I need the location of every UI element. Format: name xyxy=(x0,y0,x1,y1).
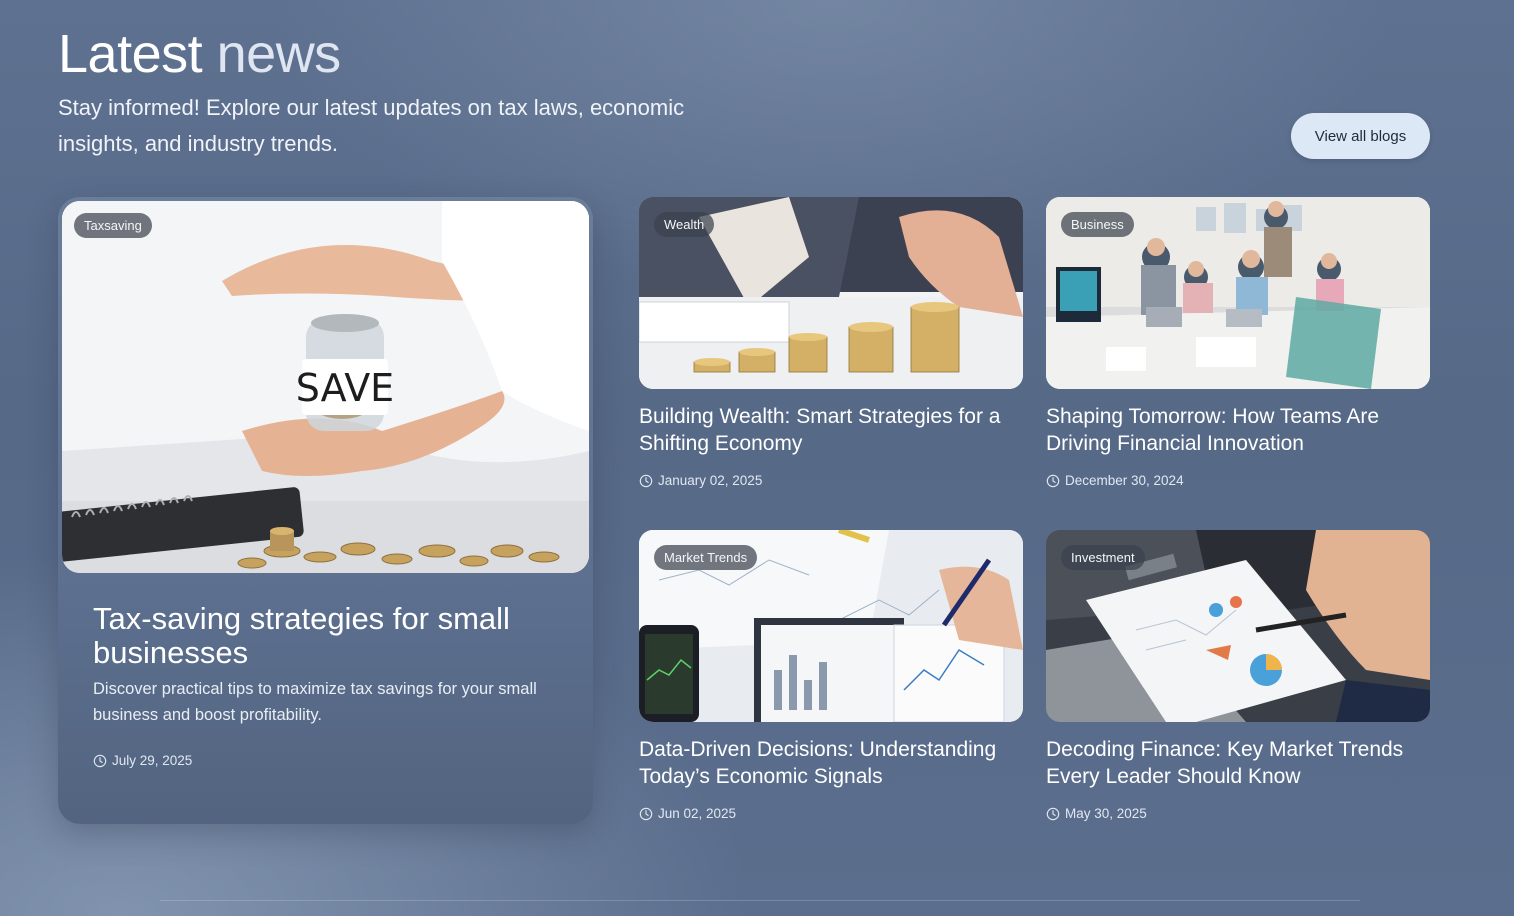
view-all-blogs-button[interactable]: View all blogs xyxy=(1291,113,1430,159)
post-date: December 30, 2024 xyxy=(1046,473,1184,488)
post-date-text: May 30, 2025 xyxy=(1065,806,1147,821)
post-date: January 02, 2025 xyxy=(639,473,762,488)
featured-post-card[interactable]: SAVE Taxsaving Tax-saving strategies for… xyxy=(58,197,593,824)
clock-icon xyxy=(1046,474,1060,487)
jar-label: SAVE xyxy=(296,366,394,410)
page-title: Latest news xyxy=(58,22,341,86)
featured-post-image[interactable]: SAVE xyxy=(62,201,589,573)
clock-icon xyxy=(639,807,653,820)
post-title[interactable]: Shaping Tomorrow: How Teams Are Driving … xyxy=(1046,403,1430,457)
featured-post-description: Discover practical tips to maximize tax … xyxy=(93,680,537,724)
category-badge[interactable]: Business xyxy=(1061,212,1134,237)
page-subtitle: Stay informed! Explore our latest update… xyxy=(58,95,685,156)
post-card-business[interactable]: Business Shaping Tomorrow: How Teams Are… xyxy=(1046,197,1430,497)
post-date-text: July 29, 2025 xyxy=(112,753,193,768)
post-date-text: Jun 02, 2025 xyxy=(658,806,737,821)
clock-icon xyxy=(639,474,653,487)
category-badge[interactable]: Investment xyxy=(1061,545,1145,570)
title-word-news: news xyxy=(216,24,342,84)
clock-icon xyxy=(93,754,107,767)
title-word-latest: Latest xyxy=(58,24,203,84)
section-divider xyxy=(160,900,1360,901)
post-date: July 29, 2025 xyxy=(93,753,192,768)
post-card-wealth[interactable]: Wealth Building Wealth: Smart Strategies… xyxy=(639,197,1023,497)
post-date-text: January 02, 2025 xyxy=(658,473,763,488)
post-title[interactable]: Building Wealth: Smart Strategies for a … xyxy=(639,403,1023,457)
featured-post-title[interactable]: Tax-saving strategies for small business… xyxy=(93,602,563,670)
category-badge[interactable]: Wealth xyxy=(654,212,715,237)
category-badge[interactable]: Market Trends xyxy=(654,545,758,570)
category-badge[interactable]: Taxsaving xyxy=(74,213,152,238)
post-card-investment[interactable]: Investment Decoding Finance: Key Market … xyxy=(1046,530,1430,830)
post-card-market-trends[interactable]: Market Trends Data-Driven Decisions: Und… xyxy=(639,530,1023,830)
post-title[interactable]: Decoding Finance: Key Market Trends Ever… xyxy=(1046,736,1430,790)
clock-icon xyxy=(1046,807,1060,820)
post-date-text: December 30, 2024 xyxy=(1065,473,1184,488)
post-date: Jun 02, 2025 xyxy=(639,806,736,821)
post-date: May 30, 2025 xyxy=(1046,806,1147,821)
post-title[interactable]: Data-Driven Decisions: Understanding Tod… xyxy=(639,736,1023,790)
